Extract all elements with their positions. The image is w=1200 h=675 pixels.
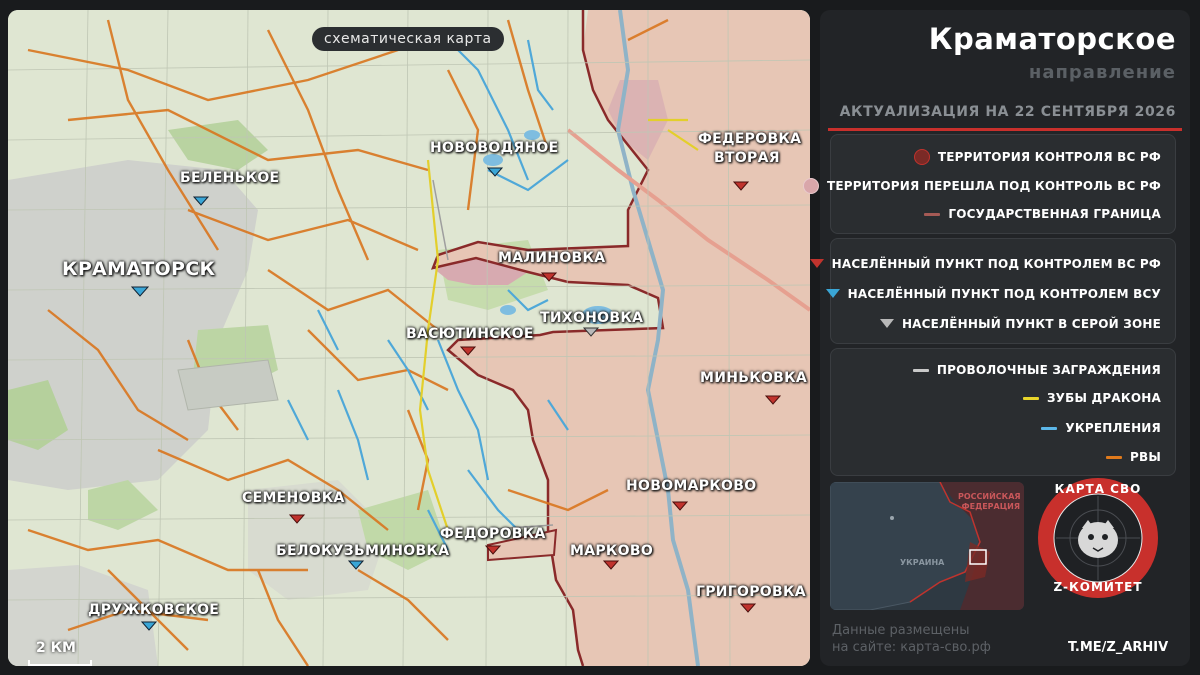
inset-russia-label: РОССИЙСКАЯ ФЕДЕРАЦИЯ — [958, 492, 1021, 512]
border-line-icon — [924, 212, 941, 216]
overview-inset-map: РОССИЙСКАЯ ФЕДЕРАЦИЯ УКРАИНА — [830, 482, 1024, 610]
logo-bottom-text: Z-КОМИТЕТ — [1053, 580, 1143, 594]
legend-label: НАСЕЛЁННЫЙ ПУНКТ В СЕРОЙ ЗОНЕ — [901, 317, 1161, 331]
info-panel: Краматорское направление АКТУАЛИЗАЦИЯ НА… — [802, 10, 1190, 666]
label-grigorovka: ГРИГОРОВКА — [696, 584, 806, 600]
label-fedorovka-vtoraya-1: ФЕДЕРОВКА — [698, 131, 802, 147]
title-divider — [828, 128, 1182, 131]
label-novovodyanoe: НОВОВОДЯНОЕ — [430, 140, 559, 156]
label-belenkoe: БЕЛЕНЬКОЕ — [180, 170, 280, 186]
gray-line-icon — [912, 368, 929, 372]
legend-label: РВЫ — [1130, 450, 1161, 464]
site-note-line-1: Данные размещены — [832, 623, 970, 638]
gray-triangle-icon — [879, 319, 894, 328]
legend-item-captured-territory: ТЕРРИТОРИЯ ПЕРЕШЛА ПОД КОНТРОЛЬ ВС РФ — [802, 178, 1161, 194]
inset-ukraine-label: УКРАИНА — [900, 558, 945, 567]
scale-label: 2 КМ — [36, 640, 76, 656]
karta-svo-logo: КАРТА СВО Z-КОМИТЕТ — [1036, 476, 1160, 600]
label-tikhonovka: ТИХОНОВКА — [540, 310, 644, 326]
pink-circle-icon — [802, 178, 819, 194]
legend-label: НАСЕЛЁННЫЙ ПУНКТ ПОД КОНТРОЛЕМ ВС РФ — [831, 257, 1161, 271]
legend-label: НАСЕЛЁННЫЙ ПУНКТ ПОД КОНТРОЛЕМ ВСУ — [847, 287, 1161, 301]
logo-top-text: КАРТА СВО — [1054, 482, 1142, 496]
legend-item-gray-settlement: НАСЕЛЁННЫЙ ПУНКТ В СЕРОЙ ЗОНЕ — [879, 317, 1161, 331]
legend-item-dragon-teeth: ЗУБЫ ДРАКОНА — [1022, 391, 1161, 405]
red-triangle-icon — [809, 259, 824, 268]
map-caption: схематическая карта — [312, 27, 504, 51]
yellow-line-icon — [1022, 396, 1039, 400]
update-date: АКТУАЛИЗАЦИЯ НА 22 СЕНТЯБРЯ 2026 — [839, 104, 1176, 120]
legend-label: ЗУБЫ ДРАКОНА — [1046, 391, 1161, 405]
legend-item-border: ГОСУДАРСТВЕННАЯ ГРАНИЦА — [924, 207, 1161, 221]
legend-label: ТЕРРИТОРИЯ ПЕРЕШЛА ПОД КОНТРОЛЬ ВС РФ — [826, 179, 1161, 193]
panel-subtitle: направление — [1028, 62, 1176, 83]
label-minkovka: МИНЬКОВКА — [700, 370, 808, 386]
legend-item-wire: ПРОВОЛОЧНЫЕ ЗАГРАЖДЕНИЯ — [912, 363, 1161, 377]
legend-label: ПРОВОЛОЧНЫЕ ЗАГРАЖДЕНИЯ — [936, 363, 1161, 377]
legend-fortifications: ПРОВОЛОЧНЫЕ ЗАГРАЖДЕНИЯ ЗУБЫ ДРАКОНА УКР… — [830, 348, 1176, 476]
legend-settlements: НАСЕЛЁННЫЙ ПУНКТ ПОД КОНТРОЛЕМ ВС РФ НАС… — [809, 238, 1176, 344]
map-area[interactable]: схематическая карта КРАМАТОРСК БЕЛЕНЬКОЕ… — [8, 10, 810, 666]
legend-territory: ТЕРРИТОРИЯ КОНТРОЛЯ ВС РФ ТЕРРИТОРИЯ ПЕР… — [802, 134, 1176, 234]
label-vasyutinskoe: ВАСЮТИНСКОЕ — [406, 326, 534, 342]
legend-label: ТЕРРИТОРИЯ КОНТРОЛЯ ВС РФ — [937, 150, 1161, 164]
label-markovo: МАРКОВО — [570, 543, 654, 559]
legend-item-ua-settlement: НАСЕЛЁННЫЙ ПУНКТ ПОД КОНТРОЛЕМ ВСУ — [825, 287, 1161, 301]
label-fedorovka: ФЕДОРОВКА — [440, 526, 546, 542]
site-note-line-2[interactable]: на сайте: карта-сво.рф — [832, 639, 991, 656]
site-note: Данные размещены на сайте: карта-сво.рф — [832, 622, 991, 656]
blue-line-icon — [1041, 426, 1058, 430]
label-fedorovka-vtoraya-2: ВТОРАЯ — [714, 150, 780, 166]
legend-label: УКРЕПЛЕНИЯ — [1065, 421, 1161, 435]
blue-triangle-icon — [825, 289, 840, 298]
legend-item-trenches: РВЫ — [1106, 450, 1161, 464]
legend-item-ru-settlement: НАСЕЛЁННЫЙ ПУНКТ ПОД КОНТРОЛЕМ ВС РФ — [809, 257, 1161, 271]
label-semenovka: СЕМЕНОВКА — [242, 490, 345, 506]
label-druzhkovskoe: ДРУЖКОВСКОЕ — [88, 602, 220, 618]
dark-red-circle-icon — [913, 149, 930, 165]
legend-label: ГОСУДАРСТВЕННАЯ ГРАНИЦА — [948, 207, 1161, 221]
telegram-link[interactable]: T.ME/Z_ARHIV — [1068, 640, 1168, 655]
inset-russia-label-2: ФЕДЕРАЦИЯ — [961, 502, 1020, 511]
panel-title: Краматорское — [928, 22, 1176, 56]
label-malinovka: МАЛИНОВКА — [498, 250, 606, 266]
legend-item-ru-territory: ТЕРРИТОРИЯ КОНТРОЛЯ ВС РФ — [913, 149, 1161, 165]
orange-line-icon — [1106, 455, 1123, 459]
label-kramatorsk: КРАМАТОРСК — [62, 258, 216, 280]
label-belokuzminovka: БЕЛОКУЗЬМИНОВКА — [276, 543, 450, 559]
inset-russia-label-1: РОССИЙСКАЯ — [958, 492, 1021, 501]
scale-bar — [28, 660, 92, 666]
label-novomarkovo: НОВОМАРКОВО — [626, 478, 757, 494]
legend-item-fortifications: УКРЕПЛЕНИЯ — [1041, 421, 1161, 435]
